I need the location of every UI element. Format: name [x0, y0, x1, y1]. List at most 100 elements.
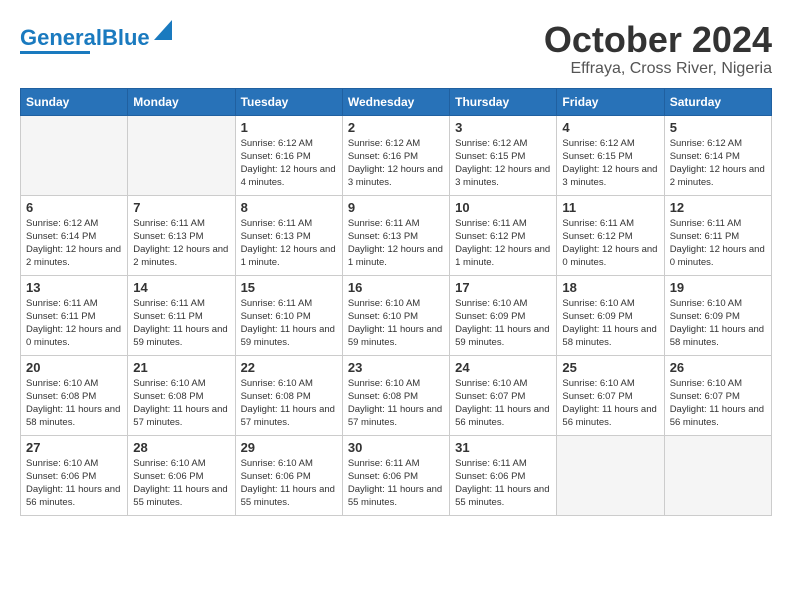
calendar-title: October 2024	[544, 20, 772, 60]
day-info: Sunrise: 6:11 AM Sunset: 6:12 PM Dayligh…	[455, 217, 551, 270]
table-row: 8 Sunrise: 6:11 AM Sunset: 6:13 PM Daylig…	[235, 195, 342, 275]
col-sunday: Sunday	[21, 88, 128, 115]
table-row: 7 Sunrise: 6:11 AM Sunset: 6:13 PM Daylig…	[128, 195, 235, 275]
table-row: 17 Sunrise: 6:10 AM Sunset: 6:09 PM Dayli…	[450, 275, 557, 355]
day-info: Sunrise: 6:11 AM Sunset: 6:13 PM Dayligh…	[241, 217, 337, 270]
day-info: Sunrise: 6:11 AM Sunset: 6:12 PM Dayligh…	[562, 217, 658, 270]
table-row: 29Sunrise: 6:10 AM Sunset: 6:06 PM Dayli…	[235, 435, 342, 515]
day-number: 27	[26, 440, 122, 455]
day-number: 1	[241, 120, 337, 135]
col-monday: Monday	[128, 88, 235, 115]
day-number: 3	[455, 120, 551, 135]
day-number: 18	[562, 280, 658, 295]
day-info: Sunrise: 6:12 AM Sunset: 6:14 PM Dayligh…	[670, 137, 766, 190]
table-row: 26Sunrise: 6:10 AM Sunset: 6:07 PM Dayli…	[664, 355, 771, 435]
day-number: 12	[670, 200, 766, 215]
day-info: Sunrise: 6:11 AM Sunset: 6:11 PM Dayligh…	[26, 297, 122, 350]
day-info: Sunrise: 6:11 AM Sunset: 6:06 PM Dayligh…	[455, 457, 551, 510]
table-row: 11 Sunrise: 6:11 AM Sunset: 6:12 PM Dayli…	[557, 195, 664, 275]
day-number: 30	[348, 440, 444, 455]
logo-underline	[20, 51, 90, 54]
col-wednesday: Wednesday	[342, 88, 449, 115]
table-row: 10 Sunrise: 6:11 AM Sunset: 6:12 PM Dayli…	[450, 195, 557, 275]
day-number: 17	[455, 280, 551, 295]
day-info: Sunrise: 6:10 AM Sunset: 6:07 PM Dayligh…	[562, 377, 658, 430]
table-row: 21 Sunrise: 6:10 AM Sunset: 6:08 PM Dayli…	[128, 355, 235, 435]
table-row: 27 Sunrise: 6:10 AM Sunset: 6:06 PM Dayli…	[21, 435, 128, 515]
day-info: Sunrise: 6:12 AM Sunset: 6:15 PM Dayligh…	[455, 137, 551, 190]
day-info: Sunrise: 6:10 AM Sunset: 6:06 PM Dayligh…	[133, 457, 229, 510]
day-info: Sunrise: 6:12 AM Sunset: 6:16 PM Dayligh…	[348, 137, 444, 190]
table-row: 30Sunrise: 6:11 AM Sunset: 6:06 PM Dayli…	[342, 435, 449, 515]
day-number: 31	[455, 440, 551, 455]
day-number: 13	[26, 280, 122, 295]
table-row: 12 Sunrise: 6:11 AM Sunset: 6:11 PM Dayli…	[664, 195, 771, 275]
day-number: 15	[241, 280, 337, 295]
table-row: 23Sunrise: 6:10 AM Sunset: 6:08 PM Dayli…	[342, 355, 449, 435]
table-row	[557, 435, 664, 515]
header-row: Sunday Monday Tuesday Wednesday Thursday…	[21, 88, 772, 115]
day-number: 28	[133, 440, 229, 455]
page: GeneralBlue October 2024 Effraya, Cross …	[0, 0, 792, 526]
day-number: 4	[562, 120, 658, 135]
day-number: 22	[241, 360, 337, 375]
day-number: 8	[241, 200, 337, 215]
header: GeneralBlue October 2024 Effraya, Cross …	[20, 20, 772, 78]
table-row: 5Sunrise: 6:12 AM Sunset: 6:14 PM Daylig…	[664, 115, 771, 195]
day-info: Sunrise: 6:10 AM Sunset: 6:08 PM Dayligh…	[133, 377, 229, 430]
table-row: 19 Sunrise: 6:10 AM Sunset: 6:09 PM Dayli…	[664, 275, 771, 355]
day-number: 26	[670, 360, 766, 375]
day-number: 25	[562, 360, 658, 375]
table-row: 6Sunrise: 6:12 AM Sunset: 6:14 PM Daylig…	[21, 195, 128, 275]
table-row	[128, 115, 235, 195]
day-number: 10	[455, 200, 551, 215]
logo: GeneralBlue	[20, 20, 172, 54]
day-number: 19	[670, 280, 766, 295]
col-tuesday: Tuesday	[235, 88, 342, 115]
day-info: Sunrise: 6:10 AM Sunset: 6:09 PM Dayligh…	[562, 297, 658, 350]
table-row: 15 Sunrise: 6:11 AM Sunset: 6:10 PM Dayli…	[235, 275, 342, 355]
table-row: 14Sunrise: 6:11 AM Sunset: 6:11 PM Dayli…	[128, 275, 235, 355]
logo-blue: Blue	[102, 25, 150, 50]
table-row: 3 Sunrise: 6:12 AM Sunset: 6:15 PM Daylig…	[450, 115, 557, 195]
day-number: 7	[133, 200, 229, 215]
day-number: 2	[348, 120, 444, 135]
day-info: Sunrise: 6:12 AM Sunset: 6:15 PM Dayligh…	[562, 137, 658, 190]
day-info: Sunrise: 6:11 AM Sunset: 6:11 PM Dayligh…	[133, 297, 229, 350]
day-info: Sunrise: 6:10 AM Sunset: 6:09 PM Dayligh…	[670, 297, 766, 350]
day-info: Sunrise: 6:11 AM Sunset: 6:13 PM Dayligh…	[133, 217, 229, 270]
col-saturday: Saturday	[664, 88, 771, 115]
table-row: 28 Sunrise: 6:10 AM Sunset: 6:06 PM Dayli…	[128, 435, 235, 515]
table-row: 1 Sunrise: 6:12 AM Sunset: 6:16 PM Daylig…	[235, 115, 342, 195]
day-info: Sunrise: 6:10 AM Sunset: 6:09 PM Dayligh…	[455, 297, 551, 350]
day-number: 21	[133, 360, 229, 375]
table-row: 22Sunrise: 6:10 AM Sunset: 6:08 PM Dayli…	[235, 355, 342, 435]
day-info: Sunrise: 6:10 AM Sunset: 6:06 PM Dayligh…	[26, 457, 122, 510]
calendar-table: Sunday Monday Tuesday Wednesday Thursday…	[20, 88, 772, 516]
day-info: Sunrise: 6:11 AM Sunset: 6:10 PM Dayligh…	[241, 297, 337, 350]
col-friday: Friday	[557, 88, 664, 115]
day-number: 11	[562, 200, 658, 215]
day-number: 16	[348, 280, 444, 295]
day-info: Sunrise: 6:12 AM Sunset: 6:16 PM Dayligh…	[241, 137, 337, 190]
day-number: 20	[26, 360, 122, 375]
day-info: Sunrise: 6:10 AM Sunset: 6:08 PM Dayligh…	[26, 377, 122, 430]
day-number: 6	[26, 200, 122, 215]
day-number: 29	[241, 440, 337, 455]
table-row: 4 Sunrise: 6:12 AM Sunset: 6:15 PM Daylig…	[557, 115, 664, 195]
col-thursday: Thursday	[450, 88, 557, 115]
calendar-week-row: 6Sunrise: 6:12 AM Sunset: 6:14 PM Daylig…	[21, 195, 772, 275]
table-row	[21, 115, 128, 195]
day-info: Sunrise: 6:10 AM Sunset: 6:10 PM Dayligh…	[348, 297, 444, 350]
calendar-week-row: 13 Sunrise: 6:11 AM Sunset: 6:11 PM Dayli…	[21, 275, 772, 355]
logo-general: General	[20, 25, 102, 50]
day-info: Sunrise: 6:11 AM Sunset: 6:13 PM Dayligh…	[348, 217, 444, 270]
title-block: October 2024 Effraya, Cross River, Niger…	[544, 20, 772, 78]
day-info: Sunrise: 6:11 AM Sunset: 6:11 PM Dayligh…	[670, 217, 766, 270]
table-row: 13 Sunrise: 6:11 AM Sunset: 6:11 PM Dayli…	[21, 275, 128, 355]
table-row	[664, 435, 771, 515]
calendar-week-row: 20 Sunrise: 6:10 AM Sunset: 6:08 PM Dayli…	[21, 355, 772, 435]
table-row: 25 Sunrise: 6:10 AM Sunset: 6:07 PM Dayli…	[557, 355, 664, 435]
day-number: 24	[455, 360, 551, 375]
day-number: 23	[348, 360, 444, 375]
